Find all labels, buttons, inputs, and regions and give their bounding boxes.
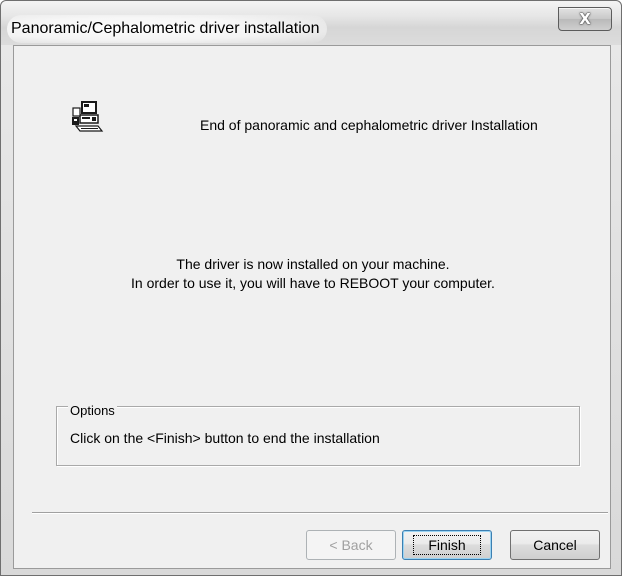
options-legend: Options bbox=[68, 403, 117, 418]
cancel-button[interactable]: Cancel bbox=[510, 530, 600, 560]
close-button[interactable]: X bbox=[558, 7, 612, 31]
dialog-body: End of panoramic and cephalometric drive… bbox=[13, 45, 611, 569]
computer-setup-icon bbox=[72, 101, 104, 132]
button-separator bbox=[32, 512, 608, 514]
message-line-2: In order to use it, you will have to REB… bbox=[131, 275, 495, 291]
finish-button[interactable]: Finish bbox=[402, 530, 492, 560]
options-text: Click on the <Finish> button to end the … bbox=[70, 430, 380, 446]
message-line-1: The driver is now installed on your mach… bbox=[176, 256, 450, 272]
installer-window: Panoramic/Cephalometric driver installat… bbox=[0, 0, 622, 576]
installation-header: End of panoramic and cephalometric drive… bbox=[200, 117, 538, 133]
finish-button-label: Finish bbox=[413, 535, 481, 555]
cancel-button-label: Cancel bbox=[533, 537, 577, 553]
back-button[interactable]: < Back bbox=[306, 530, 396, 560]
window-title: Panoramic/Cephalometric driver installat… bbox=[11, 20, 320, 37]
title-bar[interactable]: Panoramic/Cephalometric driver installat… bbox=[1, 1, 621, 45]
close-icon: X bbox=[579, 9, 591, 28]
back-button-label: < Back bbox=[329, 537, 373, 553]
